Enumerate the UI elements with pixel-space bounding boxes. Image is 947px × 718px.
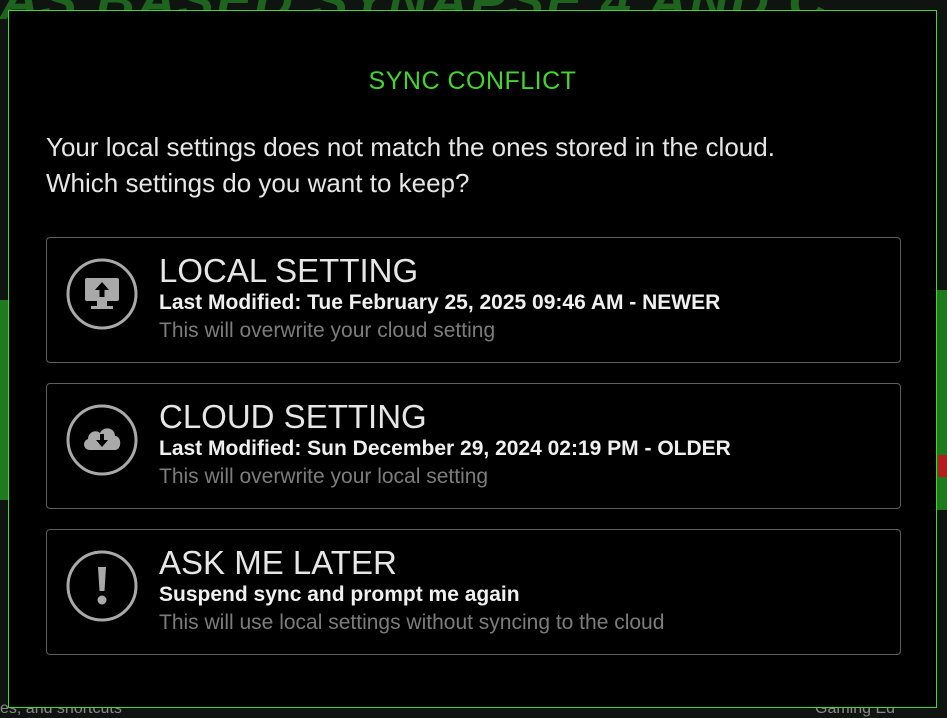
ask-me-later-note: This will use local settings without syn…: [159, 611, 665, 634]
cloud-download-icon: [66, 404, 138, 476]
local-setting-option[interactable]: LOCAL SETTING Last Modified: Tue Februar…: [46, 237, 901, 363]
cloud-setting-last-modified: Last Modified: Sun December 29, 2024 02:…: [159, 437, 731, 460]
ask-me-later-title: ASK ME LATER: [159, 544, 397, 581]
cloud-setting-note: This will overwrite your local setting: [159, 465, 489, 488]
cloud-setting-title: CLOUD SETTING: [159, 398, 427, 435]
ask-me-later-option[interactable]: ASK ME LATER Suspend sync and prompt me …: [46, 529, 901, 655]
monitor-upload-icon: [66, 258, 138, 330]
background-green-band-right: [936, 290, 947, 510]
local-setting-last-modified: Last Modified: Tue February 25, 2025 09:…: [159, 291, 721, 314]
background-red-chip: [938, 455, 947, 477]
dialog-message-line-2: Which settings do you want to keep?: [46, 168, 470, 198]
local-setting-title: LOCAL SETTING: [159, 252, 419, 289]
local-setting-note: This will overwrite your cloud setting: [159, 319, 496, 342]
dialog-message-line-1: Your local settings does not match the o…: [46, 132, 775, 162]
ask-me-later-subtitle: Suspend sync and prompt me again: [159, 583, 520, 606]
cloud-setting-option[interactable]: CLOUD SETTING Last Modified: Sun Decembe…: [46, 383, 901, 509]
exclamation-icon: [66, 550, 138, 622]
dialog-title: SYNC CONFLICT: [368, 67, 577, 95]
sync-conflict-dialog: SYNC CONFLICT Your local settings does n…: [8, 10, 937, 708]
dialog-message: Your local settings does not match the o…: [46, 129, 916, 201]
